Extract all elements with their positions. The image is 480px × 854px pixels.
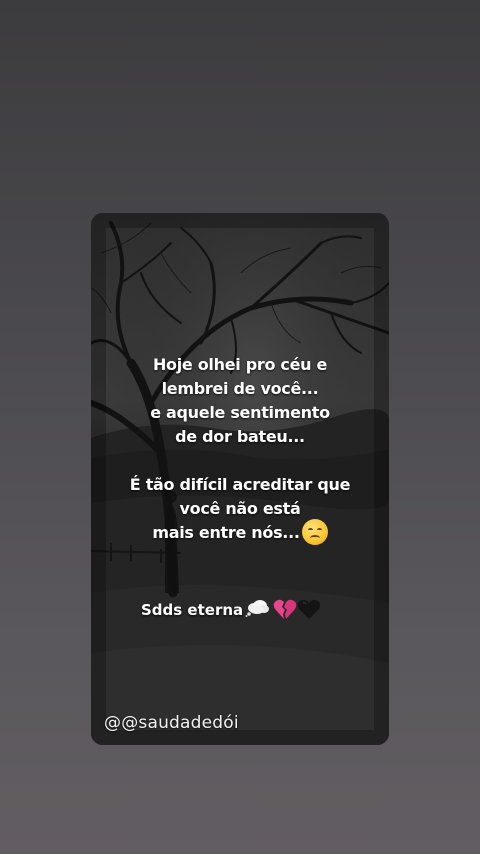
story-card: Hoje olhei pro céu e lembrei de você... … bbox=[91, 213, 389, 745]
quote-line: É tão difícil acreditar que bbox=[129, 475, 351, 494]
quote-spacer bbox=[91, 449, 389, 473]
quote-line: lembrei de você... bbox=[161, 379, 319, 398]
quote-line-text: mais entre nós... bbox=[152, 523, 300, 542]
quote-text: Hoje olhei pro céu e lembrei de você... … bbox=[91, 353, 389, 545]
quote-line: de dor bateu... bbox=[175, 427, 305, 446]
signature-text: Sdds eterna bbox=[141, 601, 244, 619]
signature-line: Sdds eterna bbox=[91, 597, 389, 623]
black-heart-icon bbox=[298, 599, 321, 619]
thought-cloud-icon bbox=[245, 599, 270, 617]
quote-line-last: mais entre nós... bbox=[91, 518, 389, 545]
broken-heart-icon bbox=[273, 599, 297, 619]
quote-line: e aquele sentimento bbox=[150, 403, 330, 422]
quote-line: Hoje olhei pro céu e bbox=[152, 355, 328, 374]
watermark-handle: @@saudadedói bbox=[104, 713, 239, 733]
sad-face-icon bbox=[301, 518, 328, 545]
quote-line: você não está bbox=[179, 499, 301, 518]
